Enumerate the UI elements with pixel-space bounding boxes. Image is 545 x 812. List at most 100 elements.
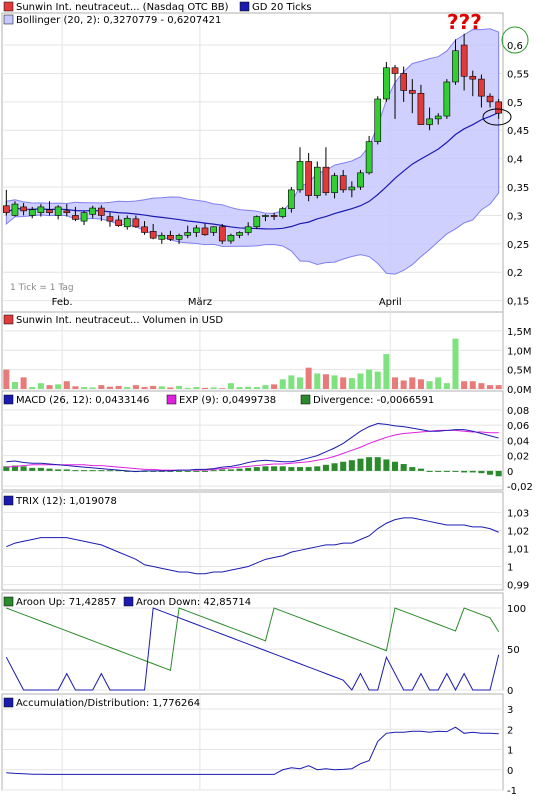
volume-bar [279, 379, 286, 389]
candle-body [46, 209, 53, 213]
candle-body [20, 206, 27, 212]
volume-bar [81, 387, 88, 389]
price-y-tick-label: 0,55 [507, 69, 529, 80]
divergence-bar [374, 457, 381, 471]
divergence-bar [37, 467, 44, 471]
price-y-tick-label: 0,6 [507, 41, 523, 52]
volume-bar [288, 375, 295, 389]
candle-body [460, 44, 468, 77]
candle-body [365, 141, 373, 174]
divergence-bar [357, 458, 364, 471]
candle-body [218, 226, 226, 242]
candle-body [253, 216, 261, 228]
candle-body [443, 81, 451, 117]
volume-bar [158, 386, 165, 389]
divergence-bar [443, 470, 450, 472]
price-y-tick-label: 0,5 [507, 98, 523, 109]
aroon-legend-label-0: Aroon Up: 71,42857 [16, 597, 116, 608]
candle-body [486, 95, 494, 103]
volume-bar [478, 383, 485, 389]
candle-body [123, 217, 131, 228]
candle-body [141, 226, 148, 233]
divergence-bar [331, 463, 338, 471]
divergence-bar [279, 466, 286, 471]
candle-body [288, 189, 295, 209]
candle-body [89, 207, 97, 215]
volume-bar [124, 387, 131, 389]
candle-body [417, 93, 425, 125]
volume-bar [305, 367, 312, 389]
volume-bar [141, 387, 148, 389]
ad-y-tick-label: -1 [507, 786, 517, 797]
volume-bar [253, 387, 260, 389]
volume-bar [322, 374, 329, 389]
volume-bar [167, 387, 174, 389]
price-y-tick-label: 0,2 [507, 268, 523, 279]
volume-bar [37, 383, 44, 389]
candle-body [452, 50, 459, 83]
volume-y-tick-label: 0,0M [507, 385, 532, 396]
trix-y-tick-label: 1 [507, 563, 513, 574]
candle-body [322, 166, 330, 194]
volume-bar [227, 383, 234, 389]
ad-legend-swatch [3, 697, 14, 708]
macd-legend: MACD (26, 12): 0,0433146 EXP (9): 0,0499… [3, 394, 434, 406]
candle-body [227, 235, 235, 242]
macd-y-tick-label: 0,04 [507, 436, 529, 447]
divergence-bar [288, 467, 295, 471]
aroon-legend-label-1: Aroon Down: 42,85714 [136, 597, 251, 608]
aroon-legend-swatch-1 [123, 596, 134, 607]
volume-bar [487, 385, 494, 389]
candle-body [72, 215, 79, 220]
ad-y-tick-label: 1 [507, 746, 513, 757]
trix-legend: TRIX (12): 1,019078 [3, 495, 117, 507]
divergence-bar [63, 469, 70, 471]
divergence-bar [210, 470, 217, 472]
volume-bar [46, 385, 53, 389]
candle-body [262, 215, 269, 217]
candle-body [106, 216, 114, 222]
ad-legend: Accumulation/Distribution: 1,776264 [3, 697, 200, 709]
divergence-bar [296, 467, 304, 471]
divergence-bar [98, 470, 105, 472]
divergence-bar [383, 459, 390, 471]
price-legend-swatch-0 [3, 1, 14, 12]
volume-bar [495, 385, 502, 389]
trix-legend-swatch [3, 495, 14, 506]
aroon-y-tick-label: 100 [507, 604, 526, 615]
candle-body [478, 78, 485, 97]
divergence-bar [435, 470, 442, 472]
annotation-question-marks: ??? [447, 10, 482, 34]
candle-body [201, 227, 209, 236]
divergence-bar [193, 470, 200, 472]
price-y-tick-label: 0,45 [507, 126, 529, 137]
candle-body [193, 227, 200, 233]
aroon-y-tick-label: 50 [507, 645, 520, 656]
candle-body [149, 231, 157, 239]
divergence-bar [461, 470, 468, 473]
divergence-bar [227, 469, 234, 471]
macd-legend-swatch-2 [300, 394, 311, 405]
volume-bar [63, 381, 70, 389]
volume-bar [115, 385, 122, 389]
volume-bar [98, 385, 105, 389]
volume-bar [340, 377, 347, 389]
volume-bar [366, 369, 373, 389]
divergence-bar [478, 470, 485, 474]
volume-bar [348, 378, 355, 389]
volume-bar [262, 385, 269, 389]
candle-body [236, 232, 243, 236]
volume-bar [383, 354, 390, 389]
macd-y-tick-label: 0,02 [507, 452, 529, 463]
divergence-bar [452, 470, 459, 472]
divergence-bar [495, 470, 502, 477]
divergence-bar [236, 468, 243, 471]
ad-y-tick-label: 3 [507, 705, 513, 716]
price-legend-label-2: Bollinger (20, 2): 0,3270779 - 0,6207421 [16, 15, 221, 26]
divergence-bar [271, 466, 278, 471]
volume-bar [210, 387, 217, 389]
divergence-bar [392, 461, 399, 471]
price-legend-label-0: Sunwin Int. neutraceut... (Nasdaq OTC BB… [16, 2, 229, 13]
divergence-bar [469, 470, 476, 473]
volume-bar [417, 379, 424, 389]
